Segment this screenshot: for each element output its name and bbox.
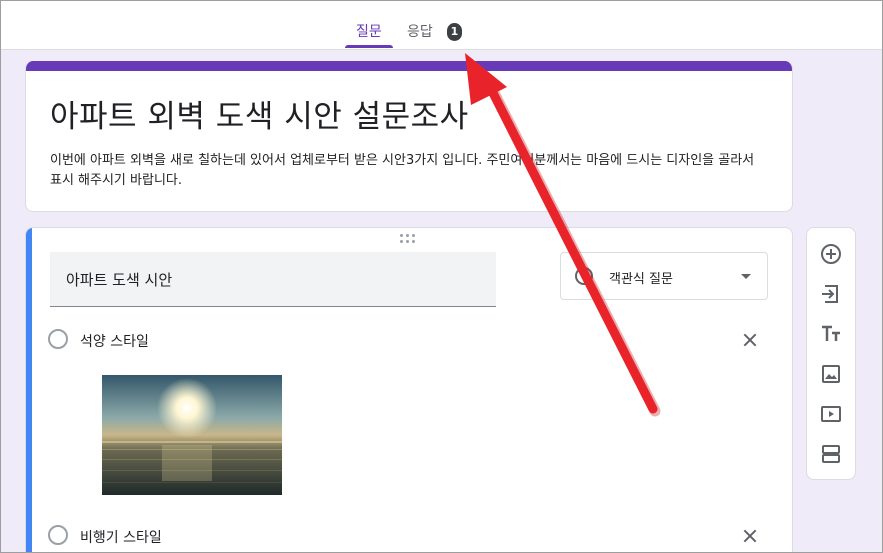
add-video-icon[interactable] [819, 402, 843, 426]
remove-option-icon[interactable] [738, 328, 762, 352]
response-count-badge: 1 [447, 23, 462, 41]
form-description[interactable]: 이번에 아파트 외벽을 새로 칠하는데 있어서 업체로부터 받은 시안3가지 입… [50, 151, 770, 191]
option-image-sunset[interactable] [102, 375, 282, 495]
tab-responses[interactable]: 응답 [407, 21, 433, 41]
top-tab-bar: 질문 응답 1 [1, 1, 882, 50]
question-card[interactable]: 아파트 도색 시안 객관식 질문 석양 스타일 비행기 스타일 [25, 227, 793, 552]
option-label[interactable]: 석양 스타일 [80, 331, 149, 351]
remove-option-icon[interactable] [738, 524, 762, 548]
active-tab-indicator [345, 45, 393, 48]
option-row: 비행기 스타일 [48, 524, 768, 548]
add-image-icon[interactable] [819, 362, 843, 386]
radio-button-checked-icon [575, 267, 593, 285]
radio-circle-icon [48, 329, 68, 349]
title-card-accent-stripe [26, 61, 792, 71]
import-questions-icon[interactable] [819, 282, 843, 306]
side-toolbar [806, 227, 856, 480]
question-type-dropdown[interactable]: 객관식 질문 [560, 252, 768, 300]
radio-circle-icon [48, 525, 68, 545]
question-title-text: 아파트 도색 시안 [66, 271, 173, 289]
dropdown-caret-icon [741, 274, 751, 279]
forms-editor-window: 질문 응답 1 아파트 외벽 도색 시안 설문조사 이번에 아파트 외벽을 새로… [0, 0, 883, 553]
add-section-icon[interactable] [819, 442, 843, 466]
drag-handle-icon[interactable] [400, 234, 418, 244]
option-label[interactable]: 비행기 스타일 [80, 527, 162, 547]
add-question-icon[interactable] [819, 242, 843, 266]
question-type-label: 객관식 질문 [609, 272, 673, 287]
tab-questions[interactable]: 질문 [356, 21, 382, 41]
sunset-image [102, 375, 282, 495]
option-row: 석양 스타일 [48, 328, 768, 352]
question-title-field[interactable]: 아파트 도색 시안 [50, 252, 496, 307]
add-title-icon[interactable] [819, 322, 843, 346]
active-question-indicator [26, 228, 32, 552]
form-title[interactable]: 아파트 외벽 도색 시안 설문조사 [50, 91, 469, 136]
form-title-card[interactable]: 아파트 외벽 도색 시안 설문조사 이번에 아파트 외벽을 새로 칠하는데 있어… [25, 61, 793, 212]
